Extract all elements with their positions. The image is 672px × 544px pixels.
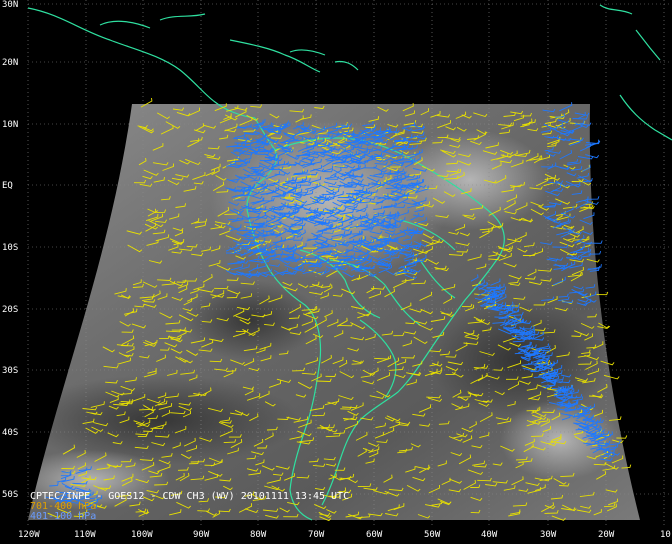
lon-label: 70W xyxy=(308,530,325,540)
lon-label: 30W xyxy=(540,530,557,540)
map-caption: CPTEC/INPE - GOES12 - CDW CH3 (WV) 20101… xyxy=(30,492,349,522)
lon-label: 120W xyxy=(18,530,40,540)
lon-label: 60W xyxy=(366,530,383,540)
lon-label: 10 xyxy=(660,530,671,540)
lon-label: 80W xyxy=(250,530,267,540)
lon-label: 110W xyxy=(74,530,96,540)
map-viewer: 30N 20N 10N EQ 10S 20S 30S 40S 50S 120W … xyxy=(0,0,672,544)
lat-label: 20S xyxy=(2,305,19,315)
lon-label: 20W xyxy=(598,530,615,540)
lat-label: 40S xyxy=(2,428,19,438)
lon-label: 90W xyxy=(193,530,210,540)
lon-label: 40W xyxy=(481,530,498,540)
lat-label: 20N xyxy=(2,58,19,68)
lat-label: 10S xyxy=(2,243,19,253)
lon-label: 50W xyxy=(424,530,441,540)
lat-label: 30S xyxy=(2,366,19,376)
lat-label: 50S xyxy=(2,490,19,500)
lon-label: 100W xyxy=(131,530,153,540)
water-vapor-image xyxy=(28,104,640,520)
lat-label: 10N xyxy=(2,120,19,130)
lat-label: EQ xyxy=(2,181,13,191)
legend-high-level: 401-100 hPa xyxy=(30,511,97,522)
lat-label: 30N xyxy=(2,0,19,10)
satellite-wind-map xyxy=(27,0,672,528)
